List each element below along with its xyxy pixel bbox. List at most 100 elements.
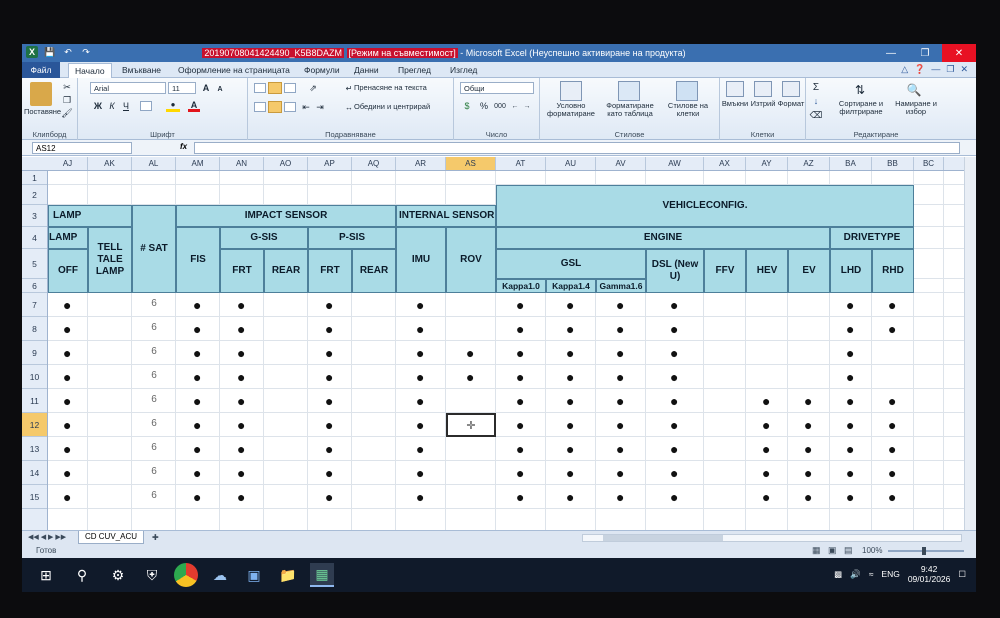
cell-dot[interactable]: ●	[63, 418, 71, 432]
sat-value[interactable]: 6	[132, 442, 176, 453]
cell-dot[interactable]: ●	[616, 490, 624, 504]
cell-dot[interactable]: ●	[846, 298, 854, 312]
cell-dot[interactable]: ●	[325, 490, 333, 504]
cell-dot[interactable]: ●	[237, 394, 245, 408]
grow-font-icon[interactable]: A	[200, 82, 212, 94]
cell-dot[interactable]: ●	[670, 298, 678, 312]
header-cell-lamp[interactable]: LAMP	[48, 205, 132, 227]
cell-dot[interactable]: ●	[846, 418, 854, 432]
clock[interactable]: 9:42 09/01/2026	[908, 564, 951, 584]
underline-icon[interactable]: Ч	[120, 100, 132, 112]
zoom-slider-thumb[interactable]	[922, 547, 926, 555]
column-header[interactable]: AV	[596, 157, 646, 170]
cell-styles-button[interactable]: Стилове на клетки	[662, 102, 714, 118]
sheet-tab[interactable]: CD CUV_ACU	[78, 531, 145, 544]
cell-dot[interactable]: ●	[466, 346, 474, 360]
header-cell-rear[interactable]: REAR	[264, 249, 308, 293]
sat-value[interactable]: 6	[132, 322, 176, 333]
name-box[interactable]: AS12	[32, 142, 132, 154]
cell-dot[interactable]: ●	[762, 466, 770, 480]
cell-dot[interactable]: ●	[237, 418, 245, 432]
insert-function-icon[interactable]: fx	[180, 142, 187, 151]
cell-dot[interactable]: ●	[416, 466, 424, 480]
paste-icon[interactable]	[30, 82, 52, 106]
row-header[interactable]: 3	[22, 205, 47, 227]
cell-dot[interactable]: ●	[566, 394, 574, 408]
cell-dot[interactable]: ●	[804, 442, 812, 456]
cell-dot[interactable]: ●	[325, 370, 333, 384]
cell-dot[interactable]: ●	[325, 298, 333, 312]
cell-dot[interactable]: ●	[616, 442, 624, 456]
zoom-level[interactable]: 100%	[862, 546, 882, 555]
sat-value[interactable]: 6	[132, 346, 176, 357]
cell-dot[interactable]: ●	[846, 322, 854, 336]
row-header[interactable]: 8	[22, 317, 47, 341]
close-icon[interactable]: ✕	[942, 44, 976, 62]
cell-dot[interactable]: ●	[416, 490, 424, 504]
cell-dot[interactable]: ●	[63, 298, 71, 312]
sat-value[interactable]: 6	[132, 418, 176, 429]
sheet-nav-icon[interactable]: ◀◀ ◀ ▶ ▶▶	[28, 533, 66, 541]
chrome-icon[interactable]	[174, 563, 198, 587]
cell-styles-icon[interactable]	[676, 81, 698, 101]
sat-value[interactable]: 6	[132, 394, 176, 405]
header-cell-ffv[interactable]: FFV	[704, 249, 746, 293]
cell-dot[interactable]: ●	[888, 466, 896, 480]
cell-dot[interactable]: ●	[566, 346, 574, 360]
header-cell-gamma16[interactable]: Gamma1.6	[596, 279, 646, 293]
cell-dot[interactable]: ●	[325, 322, 333, 336]
restore-icon[interactable]: ❐	[908, 44, 942, 62]
format-cells-button[interactable]: Формат	[776, 100, 806, 108]
cell-dot[interactable]: ●	[516, 394, 524, 408]
column-header[interactable]: AU	[546, 157, 596, 170]
row-header[interactable]: 9	[22, 341, 47, 365]
cell-dot[interactable]: ●	[325, 394, 333, 408]
row-header[interactable]: 15	[22, 485, 47, 509]
header-cell-p-sis[interactable]: P-SIS	[308, 227, 396, 249]
cell-dot[interactable]: ●	[516, 418, 524, 432]
cell-dot[interactable]: ●	[416, 442, 424, 456]
sat-value[interactable]: 6	[132, 490, 176, 501]
cell-dot[interactable]: ●	[516, 346, 524, 360]
cell-grid[interactable]: LAMP LAMP OFF TELL TALE LAMP # SAT IMPACT SEN…	[48, 171, 964, 557]
cell-dot[interactable]: ●	[193, 322, 201, 336]
cell-dot[interactable]: ●	[566, 298, 574, 312]
cell-dot[interactable]: ●	[670, 490, 678, 504]
column-header[interactable]: AR	[396, 157, 446, 170]
cell-dot[interactable]: ●	[616, 346, 624, 360]
cell-dot[interactable]: ●	[193, 466, 201, 480]
cell-dot[interactable]: ●	[804, 466, 812, 480]
sat-value[interactable]: 6	[132, 466, 176, 477]
header-cell-internal-sensor[interactable]: INTERNAL SENSOR	[396, 205, 496, 227]
cell-dot[interactable]: ●	[888, 418, 896, 432]
header-cell-frt[interactable]: FRT	[220, 249, 264, 293]
cell-dot[interactable]: ●	[846, 346, 854, 360]
fill-icon[interactable]: ↓	[810, 95, 822, 107]
cell-dot[interactable]: ●	[63, 466, 71, 480]
notifications-icon[interactable]: ☐	[958, 569, 966, 580]
column-header[interactable]: BA	[830, 157, 872, 170]
row-header[interactable]: 14	[22, 461, 47, 485]
percent-icon[interactable]: %	[478, 100, 490, 112]
cell-dot[interactable]: ●	[670, 322, 678, 336]
format-as-table-button[interactable]: Форматиране като таблица	[600, 102, 660, 118]
cell-dot[interactable]: ●	[416, 298, 424, 312]
cell-dot[interactable]: ●	[416, 322, 424, 336]
minimize-icon[interactable]: —	[874, 44, 908, 62]
header-cell-imu[interactable]: IMU	[396, 227, 446, 293]
cell-dot[interactable]: ●	[566, 490, 574, 504]
header-cell-lhd[interactable]: LHD	[830, 249, 872, 293]
row-header[interactable]: 7	[22, 293, 47, 317]
horizontal-scrollbar[interactable]	[582, 534, 962, 542]
cell-dot[interactable]: ●	[516, 442, 524, 456]
cut-icon[interactable]: ✂	[62, 82, 72, 92]
column-header[interactable]: AY	[746, 157, 788, 170]
cell-dot[interactable]: ●	[566, 442, 574, 456]
cell-dot[interactable]: ●	[193, 346, 201, 360]
cell-dot[interactable]: ●	[762, 442, 770, 456]
cell-dot[interactable]: ●	[63, 442, 71, 456]
security-shield-icon[interactable]: ⛨	[140, 563, 164, 587]
find-select-button[interactable]: Намиране и избор	[888, 100, 944, 116]
cell-dot[interactable]: ●	[63, 370, 71, 384]
cell-dot[interactable]: ●	[846, 442, 854, 456]
